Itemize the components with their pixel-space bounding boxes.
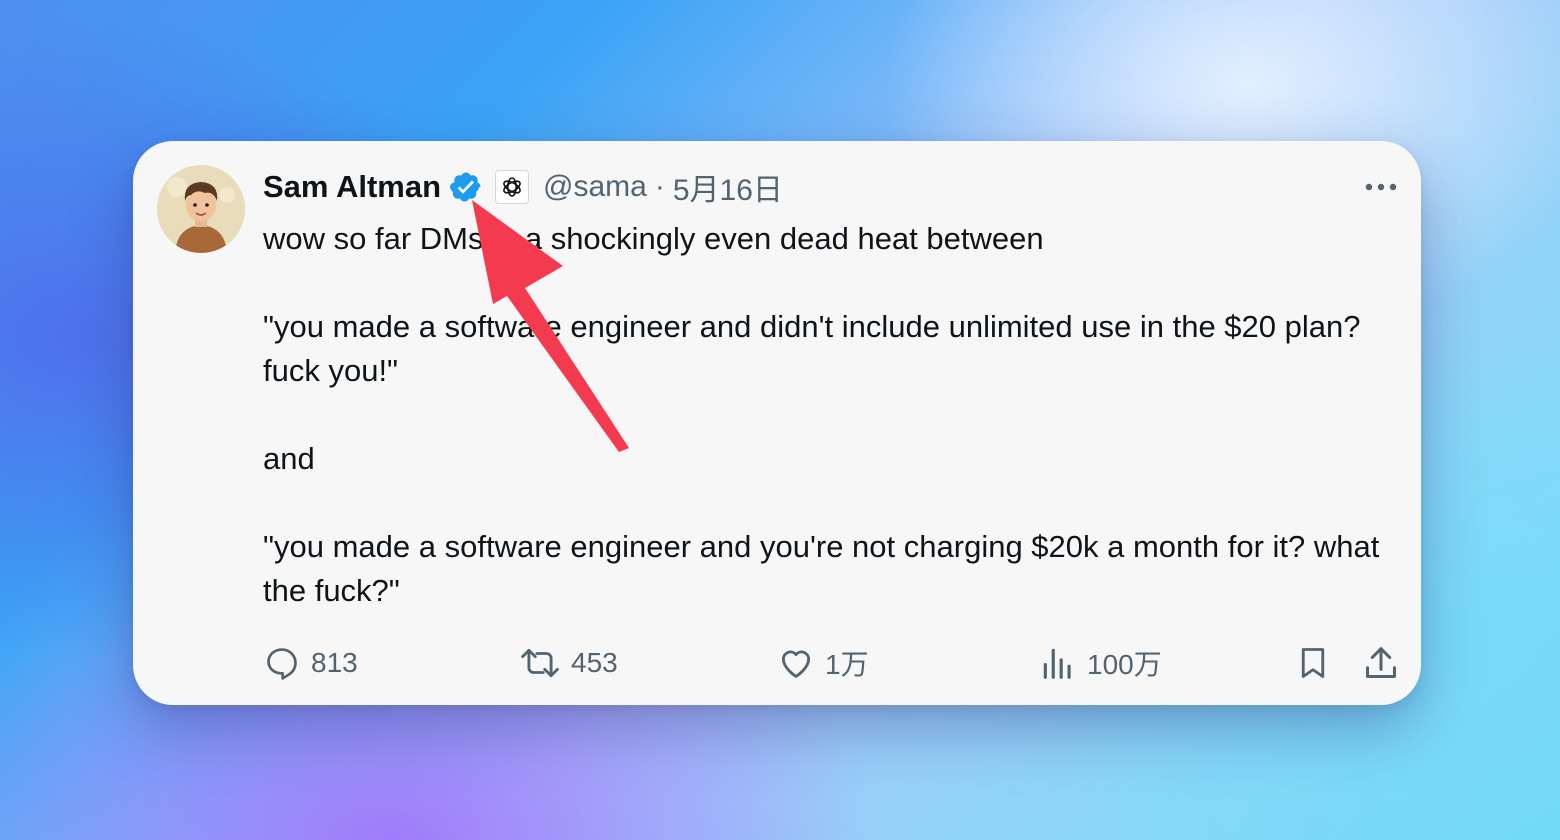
retweet-count: 453	[571, 647, 618, 678]
more-options-icon[interactable]	[1361, 175, 1401, 199]
tweet-text: wow so far DMs in a shockingly even dead…	[263, 217, 1403, 613]
tweet-text-line-3: and	[263, 441, 315, 476]
tweet-card[interactable]: Sam Altman @sama · 5月16日 wow so far DMs …	[133, 141, 1421, 705]
like-button[interactable]: 1万	[777, 639, 869, 687]
views-chart-icon	[1043, 648, 1071, 679]
tweet-text-line-1: wow so far DMs in a shockingly even dead…	[263, 221, 1044, 256]
openai-logo-icon[interactable]	[495, 170, 530, 204]
retweet-button[interactable]: 453	[519, 639, 618, 687]
like-count: 1万	[825, 649, 869, 680]
bookmark-button[interactable]	[1293, 643, 1333, 683]
reply-count: 813	[311, 647, 358, 678]
share-icon	[1366, 647, 1396, 678]
share-button[interactable]	[1361, 643, 1401, 683]
separator-dot: ·	[654, 170, 665, 203]
reply-icon	[267, 648, 297, 680]
author-handle[interactable]: @sama	[543, 170, 647, 204]
tweet-text-line-4: "you made a software engineer and you're…	[263, 529, 1380, 608]
author-name[interactable]: Sam Altman	[263, 169, 441, 205]
reply-button[interactable]: 813	[263, 639, 358, 687]
tweet-date[interactable]: 5月16日	[673, 165, 783, 209]
tweet-header: Sam Altman @sama · 5月16日	[263, 163, 783, 211]
retweet-icon	[521, 648, 559, 678]
verified-badge-icon[interactable]	[449, 170, 483, 204]
views-button[interactable]: 100万	[1039, 639, 1162, 687]
avatar[interactable]	[157, 165, 245, 253]
tweet-text-line-2: "you made a software engineer and didn't…	[263, 309, 1361, 388]
views-count: 100万	[1087, 649, 1162, 680]
bookmark-icon	[1301, 648, 1325, 678]
heart-icon	[781, 650, 811, 678]
tweet-actions: 813 453 1万 100万	[263, 639, 1403, 687]
avatar-illustration	[157, 165, 245, 253]
